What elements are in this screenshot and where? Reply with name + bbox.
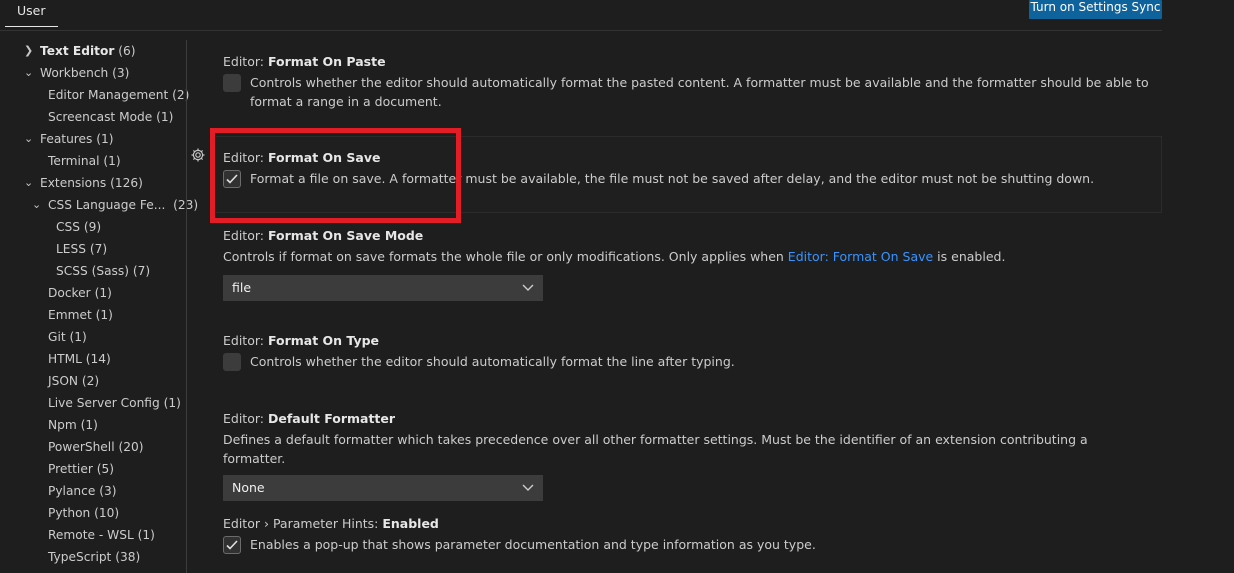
chevron-down-icon [522,284,534,291]
setting-description: Defines a default formatter which takes … [223,432,1088,466]
toc-item-html[interactable]: HTML (14) [48,348,111,370]
toc-item-features[interactable]: ⌄ Features (1) [24,128,114,150]
setting-format-on-save-mode: Editor: Format On Save Mode Controls if … [223,226,1153,301]
check-icon [226,540,238,550]
turn-on-settings-sync-button[interactable]: Turn on Settings Sync [1029,0,1162,19]
toc-item-npm[interactable]: Npm (1) [48,414,98,436]
toc-item-terminal[interactable]: Terminal (1) [48,150,121,172]
setting-format-on-type: Editor: Format On Type Controls whether … [223,331,1153,371]
tab-user[interactable]: User [5,0,58,27]
toc-item-screencast-mode[interactable]: Screencast Mode (1) [48,106,173,128]
toc-item-typescript[interactable]: TypeScript (38) [48,546,140,568]
setting-description: Enables a pop-up that shows parameter do… [250,537,816,552]
setting-parameter-hints-enabled: Editor › Parameter Hints: Enabled Enable… [223,514,1153,554]
toc-item-remote-wsl[interactable]: Remote - WSL (1) [48,524,155,546]
setting-description: Controls whether the editor should autom… [250,354,735,369]
settings-list: Editor: Format On Paste Controls whether… [187,40,1162,573]
setting-title: Editor: Format On Paste [223,54,386,69]
toc-item-powershell[interactable]: PowerShell (20) [48,436,144,458]
chevron-down-icon: ⌄ [24,66,34,79]
toc-item-json[interactable]: JSON (2) [48,370,99,392]
dropdown-value: None [232,480,265,495]
setting-default-formatter: Editor: Default Formatter Defines a defa… [223,409,1153,501]
setting-format-on-paste: Editor: Format On Paste Controls whether… [223,52,1153,111]
toc-item-pylance[interactable]: Pylance (3) [48,480,116,502]
toc-item-editor-management[interactable]: Editor Management (2) [48,84,189,106]
format-on-type-checkbox[interactable] [223,353,241,371]
toc-item-live-server-config[interactable]: Live Server Config (1) [48,392,181,414]
toc-item-git[interactable]: Git (1) [48,326,87,348]
setting-description: Controls whether the editor should autom… [250,75,1149,109]
format-on-save-link[interactable]: Editor: Format On Save [788,249,933,264]
chevron-down-icon: ⌄ [24,132,34,145]
setting-title: Editor: Default Formatter [223,411,396,426]
chevron-down-icon: ⌄ [24,176,34,189]
toc-item-python[interactable]: Python (10) [48,502,119,524]
toc-item-css[interactable]: CSS (9) [56,216,101,238]
toc-item-css-language-features[interactable]: ⌄ CSS Language Fe... (23) [32,194,198,216]
header-divider [0,30,1162,31]
format-on-save-mode-dropdown[interactable]: file [223,275,543,301]
settings-toc: ❯ Text Editor (6) ⌄ Workbench (3) Editor… [0,40,198,573]
toc-item-less[interactable]: LESS (7) [56,238,107,260]
toc-item-text-editor[interactable]: ❯ Text Editor (6) [24,40,135,62]
chevron-down-icon: ⌄ [32,198,42,211]
parameter-hints-checkbox[interactable] [223,536,241,554]
format-on-paste-checkbox[interactable] [223,74,241,92]
toc-item-docker[interactable]: Docker (1) [48,282,112,304]
dropdown-value: file [232,280,252,295]
settings-header: User Turn on Settings Sync [0,0,1234,30]
chevron-down-icon [522,484,534,491]
setting-title: Editor › Parameter Hints: Enabled [223,516,439,531]
toc-item-workbench[interactable]: ⌄ Workbench (3) [24,62,129,84]
toc-item-emmet[interactable]: Emmet (1) [48,304,113,326]
setting-title: Editor: Format On Save Mode [223,228,424,243]
setting-title: Editor: Format On Type [223,333,380,348]
highlight-annotation-box [210,128,461,223]
toc-item-prettier[interactable]: Prettier (5) [48,458,114,480]
toc-item-extensions[interactable]: ⌄ Extensions (126) [24,172,143,194]
toc-item-scss[interactable]: SCSS (Sass) (7) [56,260,150,282]
default-formatter-dropdown[interactable]: None [223,475,543,501]
chevron-right-icon: ❯ [24,44,34,57]
setting-description: Controls if format on save formats the w… [223,249,788,264]
